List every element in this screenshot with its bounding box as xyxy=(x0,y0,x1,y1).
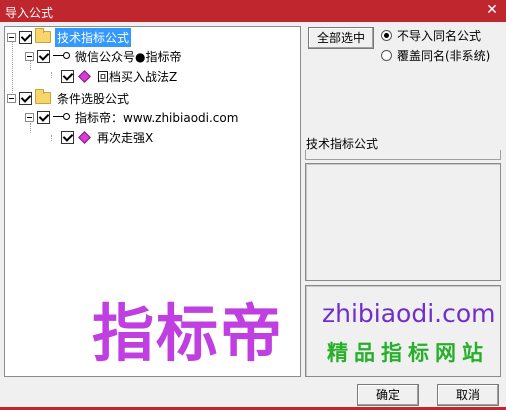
formula-preview-box xyxy=(305,285,501,377)
radio-label[interactable]: 不导入同名公式 xyxy=(397,27,481,44)
info-divider xyxy=(305,150,501,160)
tree-checkbox[interactable] xyxy=(37,49,50,63)
folder-icon xyxy=(35,89,51,104)
tree-node-formula[interactable]: 再次走强X xyxy=(61,128,155,146)
select-all-button[interactable]: 全部选中 xyxy=(308,27,374,49)
tree-checkbox[interactable] xyxy=(19,91,32,105)
formula-icon xyxy=(78,69,91,83)
tree-guide-line xyxy=(51,72,52,78)
formula-tree[interactable]: 技术指标公式 微信公众号●指标帝 回档买入战法Z 条件选股公式 指标帝：www.… xyxy=(4,26,301,377)
title-bar: 导入公式 ✕ xyxy=(0,0,506,22)
collapse-icon[interactable] xyxy=(7,93,16,103)
tree-checkbox[interactable] xyxy=(37,110,50,124)
radio-button[interactable] xyxy=(381,50,392,61)
radio-label[interactable]: 覆盖同名(非系统) xyxy=(397,47,490,64)
close-icon[interactable]: ✕ xyxy=(484,2,500,18)
tree-node-label[interactable]: 指标帝：www.zhibiaodi.com xyxy=(73,108,240,127)
cancel-button[interactable]: 取消 xyxy=(437,384,499,406)
ok-button[interactable]: 确定 xyxy=(357,384,419,406)
radio-overwrite-same[interactable]: 覆盖同名(非系统) xyxy=(381,47,490,64)
window-title: 导入公式 xyxy=(5,6,54,20)
collapse-icon[interactable] xyxy=(25,112,34,122)
collapse-icon[interactable] xyxy=(25,51,34,61)
tree-guide-line xyxy=(51,135,52,141)
radio-no-import-same[interactable]: 不导入同名公式 xyxy=(381,27,481,44)
formula-icon xyxy=(78,130,91,144)
tree-checkbox[interactable] xyxy=(61,69,74,83)
tree-checkbox[interactable] xyxy=(19,30,32,44)
radio-button[interactable] xyxy=(381,30,392,41)
tree-node-formula[interactable]: 回档买入战法Z xyxy=(61,67,179,85)
tree-checkbox[interactable] xyxy=(61,130,74,144)
tree-node-author[interactable]: 微信公众号●指标帝 xyxy=(25,47,183,65)
tree-node-label[interactable]: 条件选股公式 xyxy=(55,89,131,108)
tree-node-author[interactable]: 指标帝：www.zhibiaodi.com xyxy=(25,108,240,126)
folder-icon xyxy=(35,28,51,43)
tree-node-label[interactable]: 技术指标公式 xyxy=(55,27,132,47)
tree-node-folder-selection[interactable]: 条件选股公式 xyxy=(7,89,131,107)
tree-node-folder-technical[interactable]: 技术指标公式 xyxy=(7,27,132,47)
key-icon xyxy=(53,111,71,123)
tree-node-label[interactable]: 微信公众号●指标帝 xyxy=(73,47,183,66)
key-icon xyxy=(53,50,71,62)
collapse-icon[interactable] xyxy=(7,32,16,42)
tree-node-label[interactable]: 再次走强X xyxy=(95,128,155,147)
formula-description-box xyxy=(305,163,501,281)
tree-node-label[interactable]: 回档买入战法Z xyxy=(95,67,179,86)
